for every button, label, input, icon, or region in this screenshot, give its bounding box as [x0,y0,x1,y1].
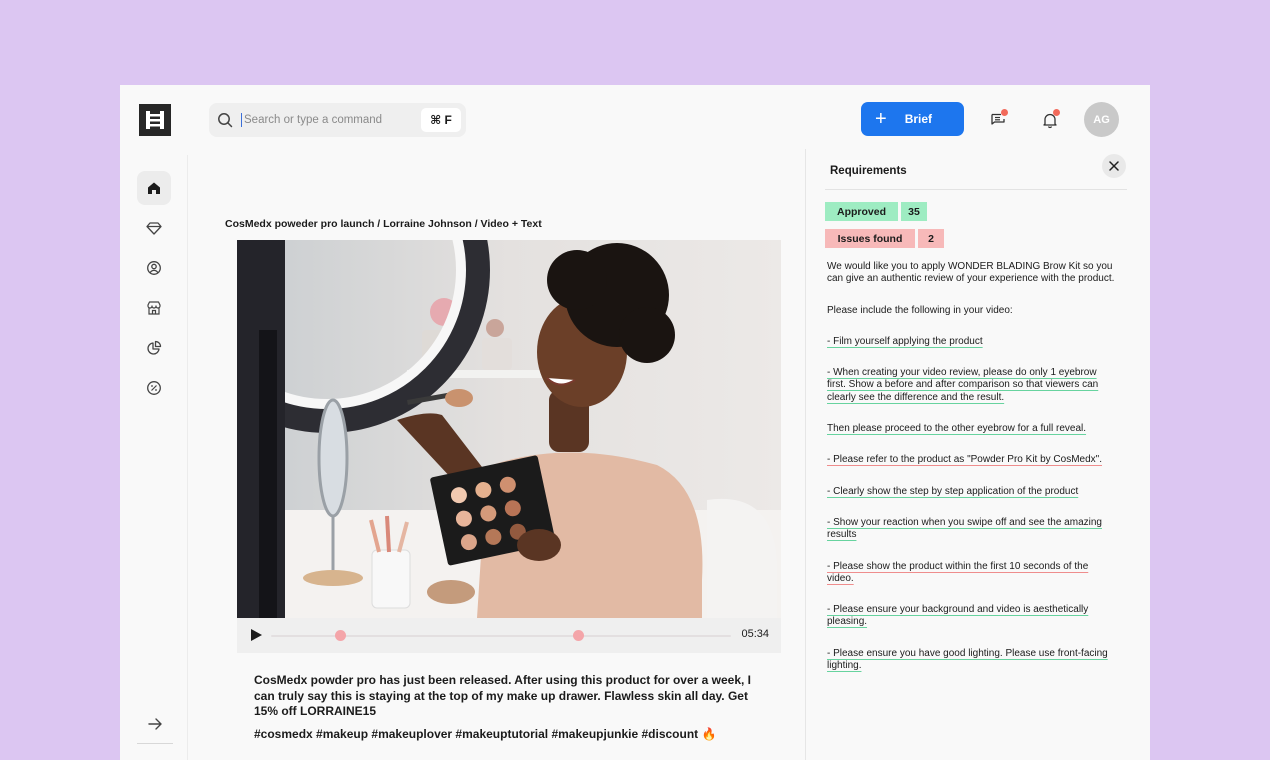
requirement-item[interactable]: - Please show the product within the fir… [827,561,1117,586]
search-shortcut-badge: ⌘ F [421,108,461,132]
sidebar-item-discounts[interactable] [137,371,171,405]
sidebar-bottom-divider [137,743,173,744]
post-hashtags: #cosmedx #makeup #makeuplover #makeuptut… [254,727,717,741]
sidebar-item-profile[interactable] [137,251,171,285]
requirement-item[interactable]: - Show your reaction when you swipe off … [827,517,1117,542]
sidebar-item-premium[interactable] [137,211,171,245]
store-icon [147,301,161,315]
sidebar-expand-button[interactable] [144,713,166,735]
issues-badge[interactable]: Issues found [825,229,915,248]
app-window: ⌘ F + Brief AG [120,85,1150,760]
arrow-right-icon [148,718,162,730]
sidebar-divider [187,155,188,760]
requirements-title: Requirements [830,165,907,177]
pie-chart-icon [147,340,162,355]
video-controls: 05:34 [237,618,781,653]
search-bar[interactable]: ⌘ F [209,103,466,137]
brief-button-label: Brief [904,112,933,126]
sidebar-item-store[interactable] [137,291,171,325]
timeline-marker[interactable] [573,630,584,641]
approved-count-badge: 35 [901,202,927,221]
notification-dot [1053,109,1060,116]
video-thumbnail [237,240,781,618]
logo-mark-icon [146,111,164,129]
requirement-item[interactable]: - Please ensure you have good lighting. … [827,648,1117,673]
plus-icon: + [875,108,887,130]
close-icon [1109,161,1119,171]
search-icon [218,113,233,128]
home-icon [148,182,160,194]
search-input[interactable] [244,114,414,126]
sidebar-item-analytics[interactable] [137,331,171,365]
close-button[interactable] [1102,154,1126,178]
video-duration: 05:34 [741,628,769,640]
requirement-item[interactable]: - Please ensure your background and vide… [827,604,1117,629]
discount-icon [147,381,161,395]
requirements-divider [825,189,1127,190]
user-avatar[interactable]: AG [1084,102,1119,137]
post-caption: CosMedx powder pro has just been release… [254,673,751,718]
video-frame[interactable] [237,240,781,618]
panel-divider [805,149,806,760]
requirement-item[interactable]: - Clearly show the step by step applicat… [827,486,1117,498]
brief-button[interactable]: + Brief [861,102,964,136]
messages-button[interactable] [987,109,1009,131]
diamond-icon [146,222,162,235]
timeline-marker[interactable] [335,630,346,641]
issues-count-badge: 2 [918,229,944,248]
requirement-item[interactable]: Then please proceed to the other eyebrow… [827,423,1117,435]
requirements-list: We would like you to apply WONDER BLADIN… [827,261,1117,691]
sidebar-item-home[interactable] [137,171,171,205]
notification-dot [1001,109,1008,116]
text-cursor [241,113,242,127]
requirement-item: Please include the following in your vid… [827,304,1013,316]
post-title: CosMedx poweder pro launch / Lorraine Jo… [225,218,542,230]
requirement-item[interactable]: - Film yourself applying the product [827,336,1117,348]
requirement-item: We would like you to apply WONDER BLADIN… [827,261,1115,285]
app-logo[interactable] [139,104,171,136]
requirement-item[interactable]: - Please refer to the product as "Powder… [827,454,1117,466]
requirement-item[interactable]: - When creating your video review, pleas… [827,367,1117,404]
approved-badge[interactable]: Approved [825,202,898,221]
play-icon[interactable] [251,629,262,641]
notifications-button[interactable] [1039,109,1061,131]
user-icon [147,261,161,275]
